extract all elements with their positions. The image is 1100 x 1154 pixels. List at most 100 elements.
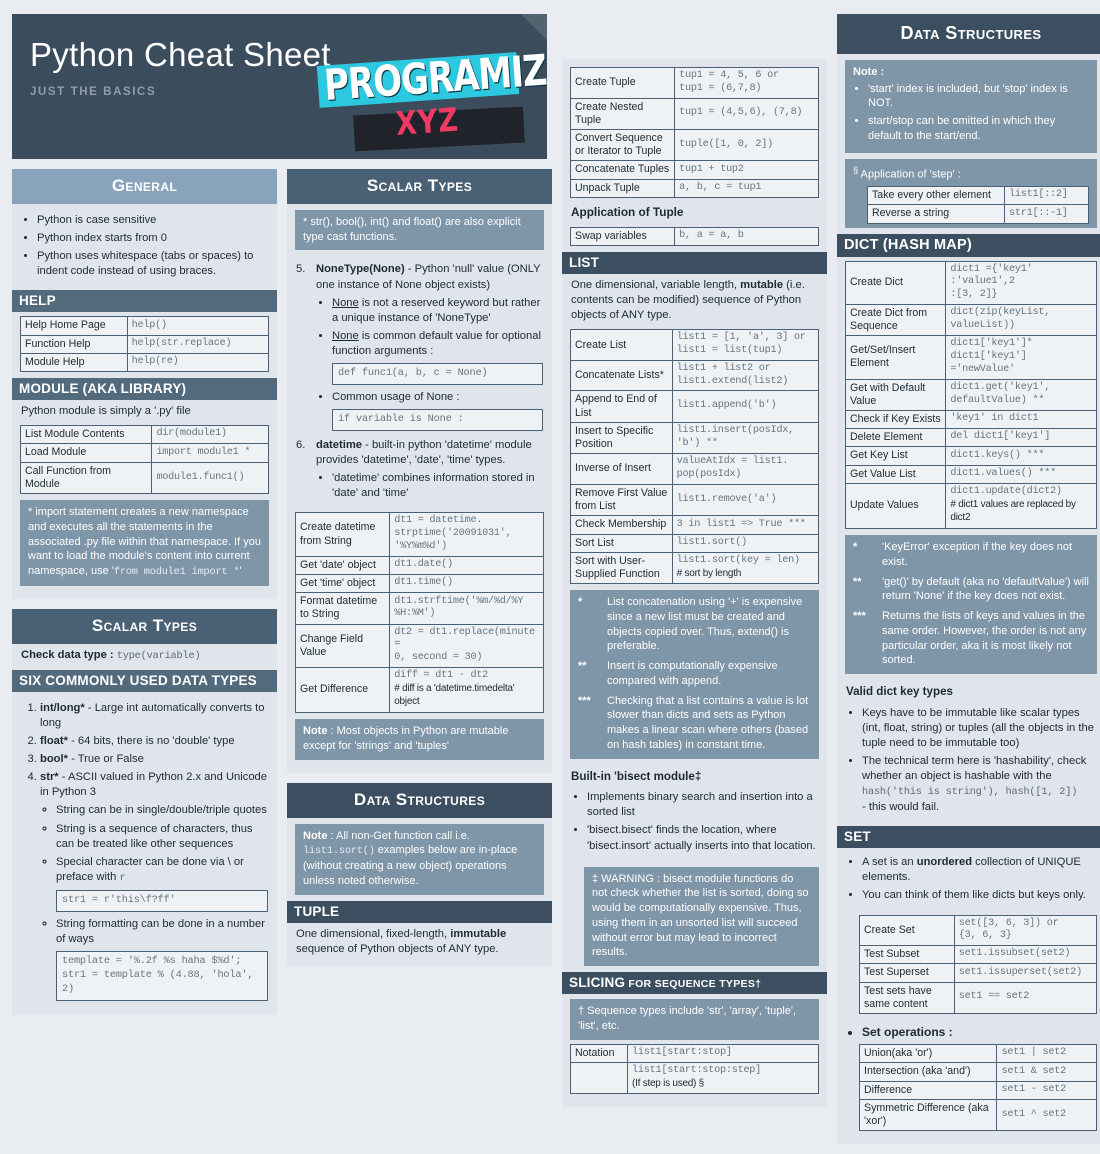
column-4: Data Structures Note : 'start' index is … <box>837 14 1100 1154</box>
table-row: Concatenate Lists* list1 + list2 or list… <box>570 359 820 392</box>
list-item: String is a sequence of characters, thus… <box>56 822 268 852</box>
table-row: Help Home Page help() <box>20 316 270 336</box>
set-code: set1 == set2 <box>953 981 1098 1014</box>
list-item: str* - ASCII valued in Python 2.x and Un… <box>40 770 268 1001</box>
scalar-types-right-card: Scalar Types * str(), bool(), int() and … <box>287 169 552 773</box>
note-label: Note <box>303 725 328 738</box>
set-heading: SET <box>837 826 1100 849</box>
table-row: Get Difference diff = dt1 - dt2 # diff is… <box>294 666 544 714</box>
help-table: Help Home Page help() Function Help help… <box>20 316 270 373</box>
tuple-code: tup1 + tup2 <box>674 160 819 180</box>
table-row: Module Help help(re) <box>20 352 270 373</box>
data-structures-left-card: Data Structures Note : All non-Get funct… <box>287 782 552 966</box>
none-keyword: None <box>332 329 359 342</box>
list-item: int/long* - Large int automatically conv… <box>40 701 268 731</box>
footnote-mark: *** <box>853 610 866 623</box>
swap-label: Swap variables <box>569 226 676 247</box>
column-1: Python Cheat Sheet JUST THE BASICS PROGR… <box>12 14 547 1025</box>
type-term: float* <box>40 735 68 748</box>
datetime-content: datetime - built-in python 'datetime' mo… <box>316 438 543 506</box>
list-item: String formatting can be done in a numbe… <box>56 917 268 1001</box>
set-op-label: Intersection (aka 'and') <box>858 1062 998 1082</box>
columns-container: Python Cheat Sheet JUST THE BASICS PROGR… <box>12 14 1100 1154</box>
tuple-code: tuple([1, 0, 2]) <box>674 128 819 162</box>
special-char-code: r <box>119 871 126 884</box>
module-note-code: from module1 import * <box>113 566 240 579</box>
datetime-code-cell: diff = dt1 - dt2 # diff is a 'datetime.ti… <box>389 666 544 714</box>
slicing-heading: SLICING FOR SEQUENCE TYPES† <box>562 972 827 995</box>
module-label: Call Function from Module <box>19 461 153 495</box>
tuple-code: tup1 = (4,5,6), (7,8) <box>674 97 819 130</box>
code-is-none: if variable is None : <box>332 409 543 432</box>
slicing-code-cell: list1[start:stop:step] (If step is used) … <box>627 1061 819 1095</box>
dict-code: dict1.update(dict2) <box>950 485 1062 497</box>
tuple-label: Unpack Tuple <box>569 178 676 198</box>
table-row: Union(aka 'or') set1 | set2 <box>858 1044 1097 1064</box>
list-item: None is common default value for optiona… <box>332 329 543 386</box>
dict-label: Get with Default Value <box>844 378 947 411</box>
module-label: List Module Contents <box>19 425 153 445</box>
list-item: Common usage of None : if variable is No… <box>332 390 543 432</box>
table-row: Take every other element list1[::2] <box>866 186 1089 206</box>
unordered-emphasis: unordered <box>916 856 973 869</box>
set-code: set1.issubset(set2) <box>953 945 1098 965</box>
list-comment: # sort by length <box>676 567 742 579</box>
table-row: Notation list1[start:stop] <box>569 1043 819 1063</box>
check-data-type-row: Check data type : type(variable) <box>12 644 277 666</box>
column3-spacer <box>562 14 827 59</box>
slicing-code: list1[start:stop:step] <box>632 1064 762 1076</box>
tuple-desc-pre: One dimensional, fixed-length, <box>296 927 451 940</box>
list-item: Set operations : <box>862 1024 1096 1040</box>
table-row: Get with Default Value dict1.get('key1',… <box>844 378 1097 411</box>
in-place-note: Note : All non-Get function call i.e. li… <box>295 823 544 895</box>
table-row: Reverse a string str1[::-1] <box>866 204 1089 224</box>
scalar-types-heading: Scalar Types <box>12 608 277 644</box>
tuple-table: Create Tuple tup1 = 4, 5, 6 or tup1 = (6… <box>569 67 819 198</box>
footnote-row: ** Insert is computationally expensive c… <box>578 659 811 688</box>
dict-code: dict1['key1']* dict1['key1'] ='newValue' <box>945 335 1097 380</box>
list-item: Keys have to be immutable like scalar ty… <box>862 706 1096 751</box>
application-of-tuple-title: Application of Tuple <box>571 204 684 219</box>
dict-label: Update Values <box>844 482 947 530</box>
column-3: Create Tuple tup1 = 4, 5, 6 or tup1 = (6… <box>562 14 827 1117</box>
step-label: Take every other element <box>866 186 1006 206</box>
table-row: Format datetime to String dt1.strftime('… <box>294 592 544 625</box>
table-row: Test sets have same content set1 == set2 <box>859 981 1098 1014</box>
module-intro: Python module is simply a '.py' file <box>21 405 191 418</box>
module-label: Load Module <box>19 443 153 463</box>
list-item: bool* - True or False <box>40 752 268 767</box>
table-row: Get 'date' object dt1.date() <box>294 555 544 575</box>
datetime-code: dt1.time() <box>389 573 544 594</box>
list-label: Create List <box>570 329 673 361</box>
table-row: Create Dict dict1 ={'key1' :'value1',2 :… <box>844 260 1097 305</box>
list-footnotes: * List concatenation using '+' is expens… <box>570 590 819 759</box>
footnote-mark: *** <box>578 694 591 707</box>
step-code: str1[::-1] <box>1004 204 1089 224</box>
list-item: None is not a reserved keyword but rathe… <box>332 296 543 326</box>
tuple-heading: TUPLE <box>287 900 552 923</box>
table-row: Insert to Specific Position list1.insert… <box>570 421 820 455</box>
list-label: Check Membership <box>570 515 673 535</box>
table-row: Swap variables b, a = a, b <box>569 226 819 247</box>
footnote-text: Insert is computationally expensive comp… <box>607 660 778 687</box>
datetime-label: Get 'time' object <box>294 573 391 594</box>
table-row: Check Membership 3 in list1 => True *** <box>570 515 820 535</box>
datetime-label: Format datetime to String <box>294 592 391 625</box>
table-row: Test Superset set1.issuperset(set2) <box>859 963 1098 983</box>
slicing-comment: (If step is used) § <box>632 1077 704 1089</box>
general-heading: General <box>12 169 277 204</box>
note-pre: : All non-Get function call i.e. <box>327 829 470 842</box>
footnote-row: *** Returns the lists of keys and values… <box>853 609 1089 668</box>
set-op-label: Difference <box>858 1080 998 1100</box>
slicing-heading-sub: FOR SEQUENCE TYPES† <box>625 978 762 991</box>
list-item: String can be in single/double/triple qu… <box>56 803 268 818</box>
set-op-code: set1 - set2 <box>996 1080 1097 1100</box>
step-application-title: § Application of 'step' : <box>853 164 1089 182</box>
datetime-code: dt1 = datetime. strptime('20091031', '%Y… <box>389 512 544 557</box>
scalar-types-heading-2: Scalar Types <box>287 169 552 204</box>
tuple-description: One dimensional, fixed-length, immutable… <box>287 923 552 959</box>
dict-heading: DICT (HASH MAP) <box>837 233 1100 257</box>
footnote-mark: ** <box>853 575 862 588</box>
general-card: General Python is case sensitive Python … <box>12 169 277 599</box>
six-types-heading: SIX COMMONLY USED DATA TYPES <box>12 669 277 692</box>
